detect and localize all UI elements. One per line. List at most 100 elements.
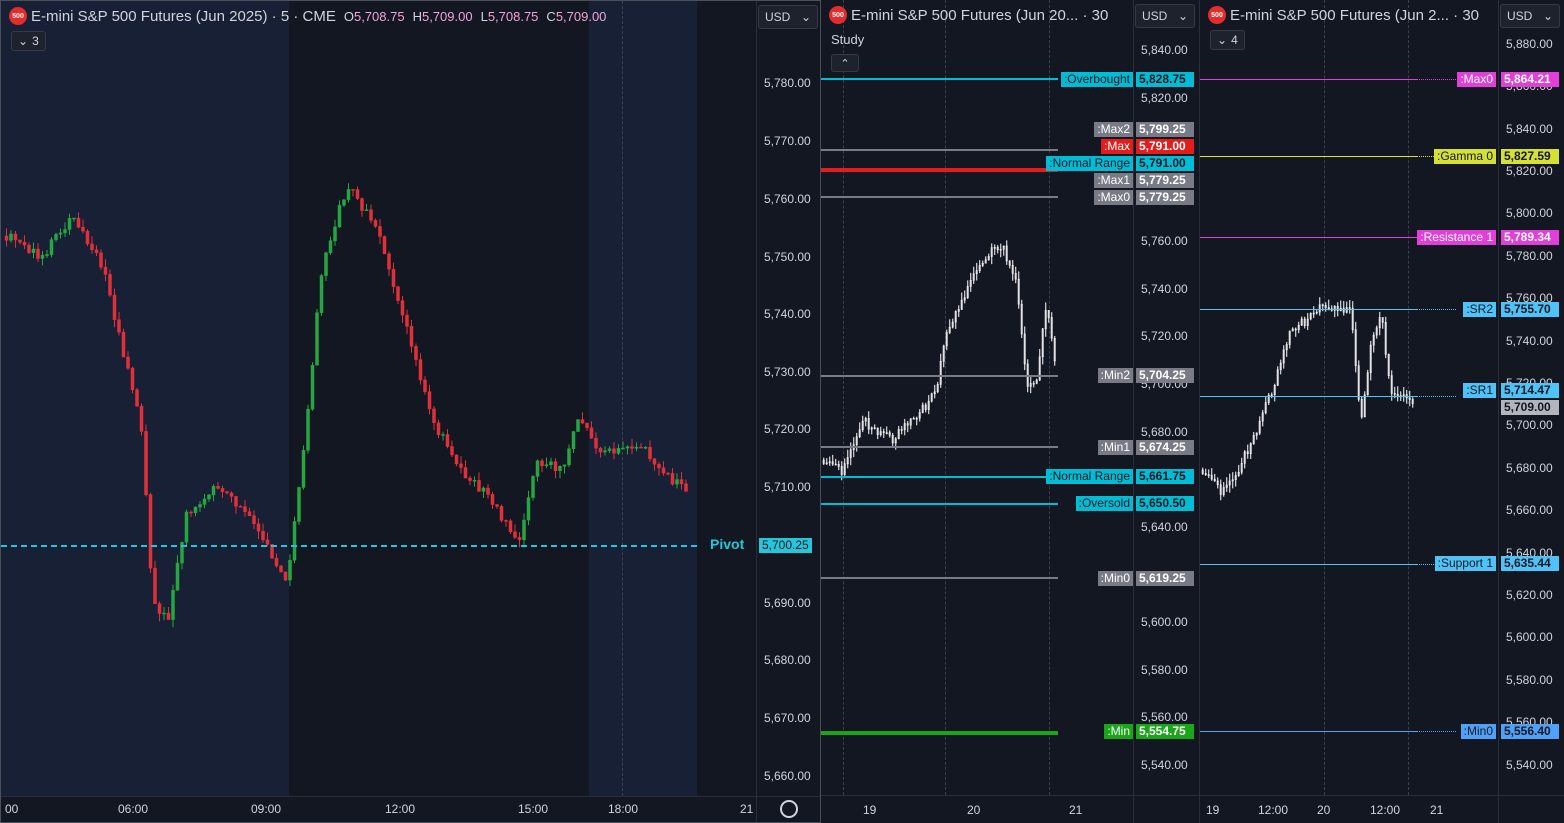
- level-value: 5,661.75: [1136, 469, 1194, 484]
- price-series[interactable]: [1200, 0, 1498, 795]
- chevron-down-icon: ⌄: [1542, 9, 1553, 23]
- candle-body: [373, 220, 378, 227]
- chart-pane-1[interactable]: 500 E-mini S&P 500 Futures (Jun 2025) · …: [0, 0, 821, 823]
- candle-body: [531, 476, 535, 498]
- chart-pane-2[interactable]: 500 E-mini S&P 500 Futures (Jun 20... · …: [821, 0, 1199, 823]
- gear-icon[interactable]: [780, 800, 798, 818]
- candle-body: [540, 460, 544, 467]
- chevron-down-icon: ⌄: [800, 10, 811, 24]
- ohlc-low-key: L: [480, 8, 488, 24]
- candle-body: [499, 506, 504, 521]
- candle-body: [414, 346, 418, 360]
- price-tick: 5,580.00: [1141, 663, 1188, 677]
- symbol-title[interactable]: E-mini S&P 500 Futures (Jun 20... · 30: [851, 7, 1108, 24]
- level-value: 5,714.47: [1501, 383, 1559, 398]
- candle-body: [450, 446, 454, 456]
- candle-body: [504, 520, 508, 522]
- time-tick: 19: [863, 803, 877, 817]
- level-value: 5,635.44: [1501, 556, 1559, 571]
- candle-body: [144, 431, 148, 495]
- currency-select[interactable]: USD ⌄: [758, 5, 818, 29]
- candle-body: [562, 464, 567, 467]
- price-tick: 5,680.00: [1141, 425, 1188, 439]
- level-line: [821, 168, 1058, 172]
- level-line: [821, 375, 1058, 377]
- currency-select[interactable]: USD ⌄: [1135, 4, 1195, 28]
- candle-body: [198, 504, 202, 508]
- candle-body: [652, 458, 657, 465]
- candle-body: [90, 243, 94, 251]
- price-tick: 5,760.00: [764, 192, 811, 206]
- time-axis-border: [1200, 795, 1564, 796]
- candle-body: [234, 496, 238, 507]
- candle-body: [306, 408, 310, 451]
- candle-body: [40, 254, 45, 259]
- chart-pane-3[interactable]: 500 E-mini S&P 500 Futures (Jun 2... · 3…: [1199, 0, 1564, 823]
- symbol-title[interactable]: E-mini S&P 500 Futures (Jun 2025) · 5 · …: [31, 8, 336, 25]
- candle-body: [243, 506, 247, 512]
- ohlc-high: 5,709.00: [421, 8, 473, 24]
- price-tick: 5,780.00: [1506, 249, 1553, 263]
- level-label: :Normal Range: [1046, 469, 1133, 484]
- price-axis-border: [1133, 0, 1134, 823]
- price-tick: 5,680.00: [1506, 461, 1553, 475]
- candle-body: [477, 480, 481, 492]
- price-tick: 5,820.00: [1141, 91, 1188, 105]
- price-tick: 5,660.00: [764, 769, 811, 783]
- currency-label: USD: [1142, 9, 1168, 23]
- time-tick: 12:00: [1258, 803, 1289, 817]
- level-label: :Max1: [1094, 173, 1133, 188]
- pivot-line: [1, 545, 697, 547]
- level-line: [821, 446, 1058, 448]
- candle-body: [607, 448, 612, 451]
- candle-body: [130, 367, 135, 391]
- level-value: 5,827.59: [1501, 149, 1559, 164]
- currency-select[interactable]: USD ⌄: [1500, 4, 1560, 28]
- candle-body: [310, 364, 315, 410]
- candle-body: [202, 498, 207, 505]
- candle-body: [292, 521, 297, 561]
- candlestick-series[interactable]: [1, 1, 756, 796]
- price-tick: 5,840.00: [1506, 122, 1553, 136]
- candle-body: [211, 486, 216, 496]
- price-tick: 5,700.00: [1506, 418, 1553, 432]
- symbol-title[interactable]: E-mini S&P 500 Futures (Jun 2... · 30: [1230, 7, 1479, 24]
- price-tick: 5,680.00: [764, 653, 811, 667]
- symbol-header[interactable]: 500 E-mini S&P 500 Futures (Jun 2... · 3…: [1208, 4, 1479, 26]
- level-label: :Min0: [1460, 724, 1496, 739]
- candle-body: [54, 234, 58, 240]
- cme-logo-icon: 500: [829, 6, 847, 24]
- candle-body: [27, 244, 31, 253]
- candle-body: [261, 530, 265, 541]
- candle-body: [670, 473, 675, 485]
- candle-body: [625, 446, 630, 449]
- price-series[interactable]: [821, 0, 1133, 795]
- candle-body: [324, 252, 328, 276]
- candle-body: [585, 422, 589, 429]
- candle-body: [328, 240, 333, 254]
- candle-body: [337, 204, 342, 228]
- candle-body: [333, 226, 337, 242]
- level-line: [1200, 396, 1416, 397]
- level-line: [1200, 156, 1416, 157]
- candle-body: [387, 253, 391, 270]
- candle-body: [657, 464, 661, 469]
- level-line: [821, 577, 1058, 579]
- candle-body: [661, 467, 666, 474]
- candle-body: [432, 408, 436, 424]
- indicators-toggle[interactable]: ⌄ 4: [1210, 30, 1245, 50]
- price-tick: 5,640.00: [1141, 520, 1188, 534]
- time-tick: 21: [740, 802, 754, 816]
- level-line: [1200, 564, 1416, 565]
- time-tick: 06:00: [118, 802, 149, 816]
- level-label: :Max: [1100, 139, 1133, 154]
- candle-body: [679, 479, 684, 485]
- symbol-header[interactable]: 500 E-mini S&P 500 Futures (Jun 20... · …: [829, 4, 1108, 26]
- symbol-header[interactable]: 500 E-mini S&P 500 Futures (Jun 2025) · …: [9, 5, 606, 27]
- candle-body: [99, 252, 103, 268]
- study-collapse-button[interactable]: ⌃: [831, 54, 859, 72]
- level-value: 5,556.40: [1501, 724, 1559, 739]
- indicators-toggle[interactable]: ⌄ 3: [11, 31, 46, 51]
- currency-label: USD: [1507, 9, 1533, 23]
- price-tick: 5,740.00: [1141, 282, 1188, 296]
